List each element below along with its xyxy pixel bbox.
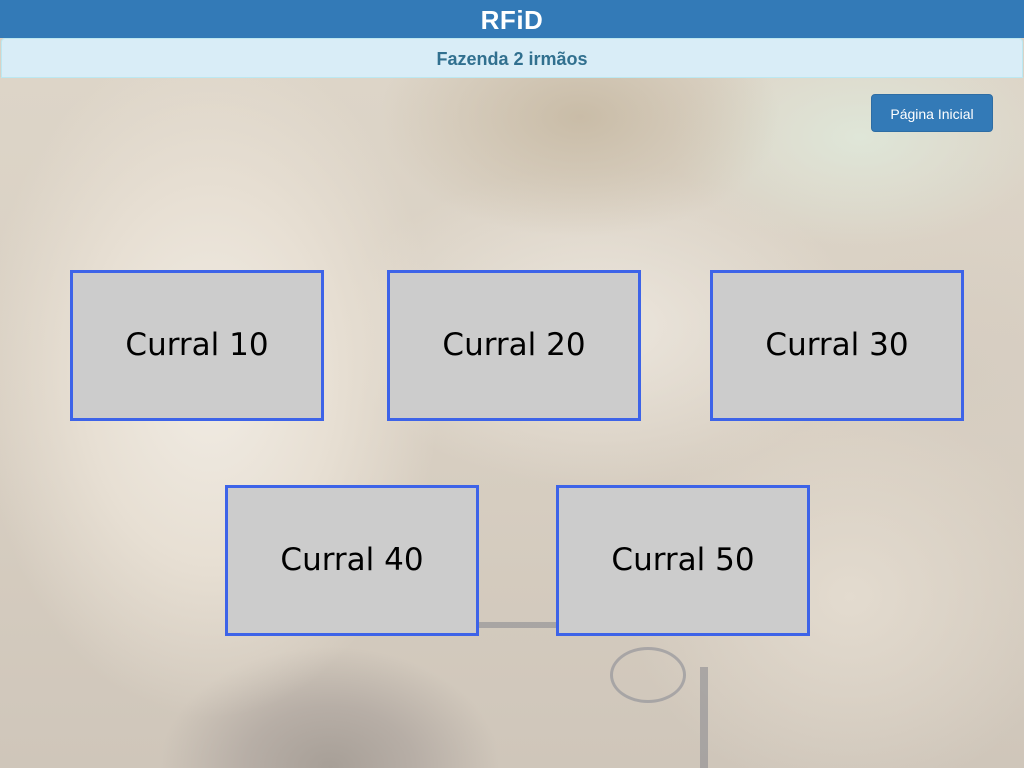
fence-post-shape — [700, 667, 708, 768]
curral-10-tile[interactable]: Curral 10 — [70, 270, 324, 421]
curral-30-tile[interactable]: Curral 30 — [710, 270, 964, 421]
app-window: RFiD Fazenda 2 irmãos Página Inicial Cur… — [0, 0, 1024, 768]
background-cattle-image — [0, 77, 1024, 768]
home-page-button[interactable]: Página Inicial — [871, 94, 993, 132]
curral-50-tile[interactable]: Curral 50 — [556, 485, 810, 636]
curral-40-tile[interactable]: Curral 40 — [225, 485, 479, 636]
fence-ring-shape — [610, 647, 686, 703]
farm-name-banner: Fazenda 2 irmãos — [1, 38, 1023, 78]
curral-20-tile[interactable]: Curral 20 — [387, 270, 641, 421]
app-title: RFiD — [0, 0, 1024, 38]
